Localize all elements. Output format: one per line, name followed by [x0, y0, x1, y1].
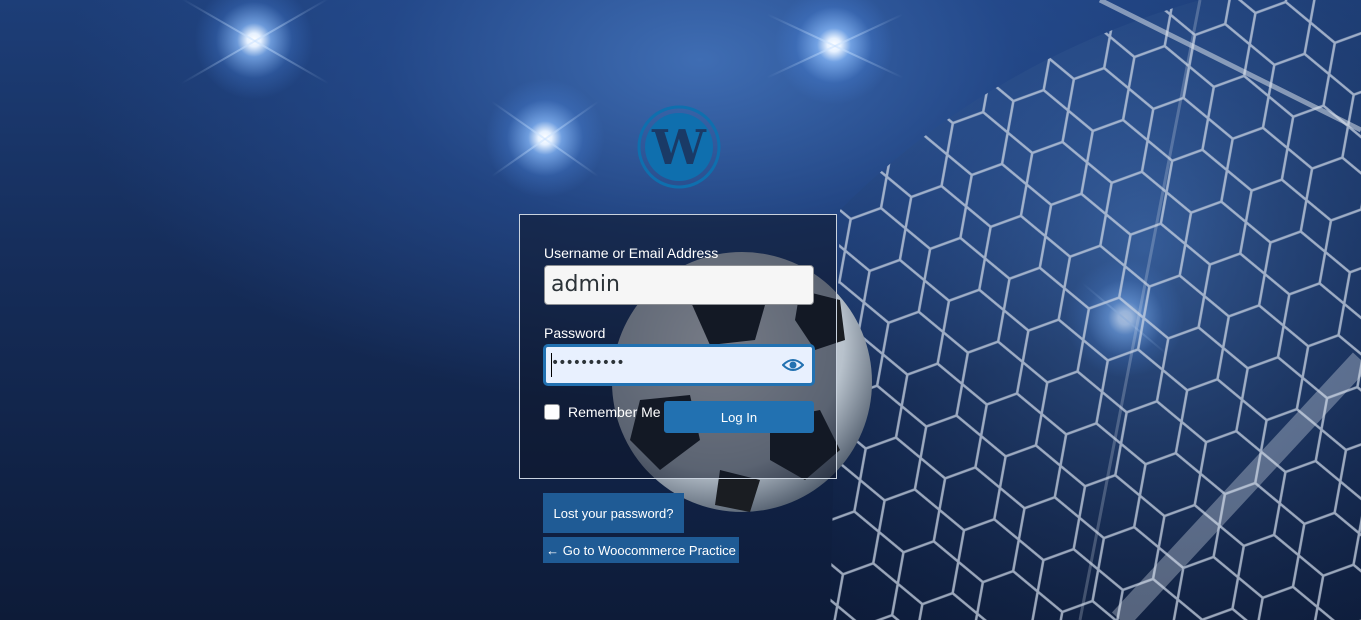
login-form: Username or Email Address admin Password…	[519, 214, 837, 479]
username-label: Username or Email Address	[544, 245, 719, 261]
remember-me-checkbox[interactable]	[544, 404, 560, 420]
eye-icon[interactable]	[782, 356, 804, 374]
text-cursor	[551, 353, 552, 377]
username-input[interactable]: admin	[544, 265, 814, 305]
wordpress-logo-icon[interactable]: W	[636, 104, 722, 190]
lost-password-link[interactable]: Lost your password?	[543, 493, 684, 533]
password-label: Password	[544, 325, 606, 341]
svg-text:W: W	[651, 120, 707, 176]
back-to-site-link[interactable]: ← Go to Woocommerce Practice	[543, 537, 739, 563]
password-value: ••••••••••	[551, 355, 625, 371]
remember-me-label[interactable]: Remember Me	[568, 404, 661, 420]
login-button[interactable]: Log In	[664, 401, 814, 433]
password-input[interactable]: ••••••••••	[544, 345, 814, 385]
